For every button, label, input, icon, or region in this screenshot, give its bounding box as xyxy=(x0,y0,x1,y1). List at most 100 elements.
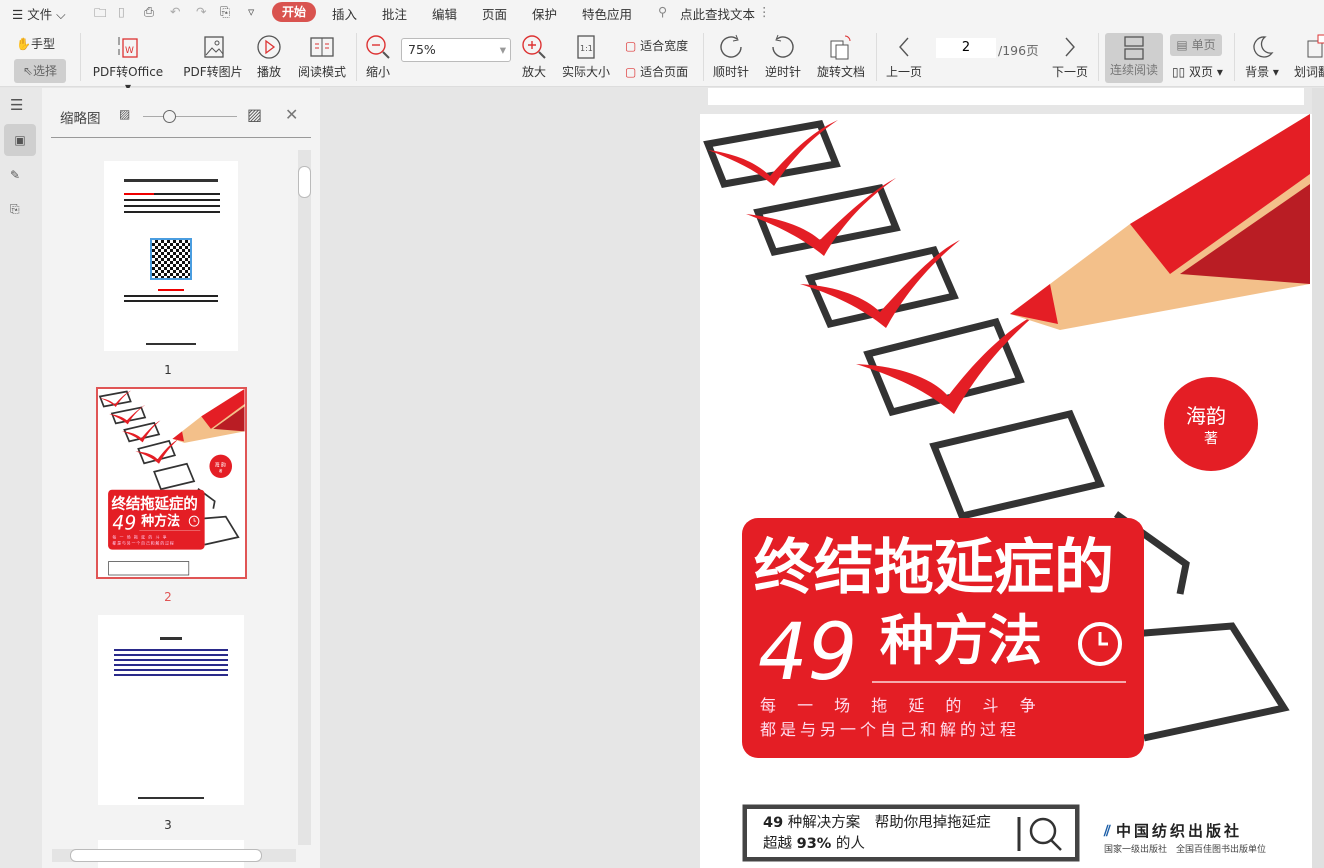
clockwise-label: 顺时针 xyxy=(712,65,749,79)
close-icon[interactable]: ✕ xyxy=(285,105,298,124)
blurb-line-2b: 的人 xyxy=(831,836,865,852)
scrollbar-thumb[interactable] xyxy=(298,166,311,198)
thumbnail-page-3[interactable] xyxy=(98,615,244,805)
zoom-out-icon xyxy=(366,35,390,59)
translate-icon xyxy=(1307,34,1324,58)
toolbar: ✋手型 ⇖选择 W PDF转Office ▾ PDF转图片 播放 阅读模式 缩小 … xyxy=(0,25,1324,94)
tab-insert[interactable]: 插入 xyxy=(332,4,357,23)
double-page-icon: ▯▯ xyxy=(1172,65,1186,79)
fit-width-label: 适合宽度 xyxy=(640,39,689,53)
translate-button[interactable]: 划词翻译 xyxy=(1294,33,1324,80)
zoom-select[interactable]: 75% ▾ xyxy=(401,38,511,62)
publisher-logo: ⫽ 中国纺织出版社 xyxy=(1104,820,1242,841)
tab-page[interactable]: 页面 xyxy=(482,4,507,23)
tab-features[interactable]: 特色应用 xyxy=(582,4,632,23)
pen-icon[interactable]: ✎ xyxy=(10,168,20,182)
thumbnail-page-1[interactable] xyxy=(104,161,238,351)
pdf-to-image-label: PDF转图片 xyxy=(183,65,243,79)
blurb-number: 49 xyxy=(763,815,784,831)
file-menu[interactable]: ☰ 文件 ⌵ xyxy=(12,4,66,23)
publisher-name: 中国纺织出版社 xyxy=(1115,822,1242,840)
more-dropdown-icon[interactable]: ▿ xyxy=(248,4,254,19)
rotate-counterclockwise-icon xyxy=(772,34,794,58)
single-label: 单页 xyxy=(1191,38,1216,52)
actual-size-button[interactable]: 1:1 实际大小 xyxy=(560,33,612,80)
svg-text:1:1: 1:1 xyxy=(580,44,593,53)
thumbnail-horizontal-scrollbar[interactable] xyxy=(52,849,296,862)
continuous-icon xyxy=(1124,36,1144,60)
print-icon[interactable]: ⎙ xyxy=(144,4,154,20)
prev-page-label: 上一页 xyxy=(885,65,922,79)
continuous-read-button[interactable]: 连续阅读 xyxy=(1105,33,1163,83)
translate-label: 划词翻译 xyxy=(1294,65,1324,79)
more-icon[interactable]: ⋮ xyxy=(758,4,771,19)
fit-page-label: 适合页面 xyxy=(640,65,689,79)
page-label-2: 2 xyxy=(164,590,172,604)
total-pages: /196页 xyxy=(998,43,1039,58)
blurb-percent: 93% xyxy=(796,836,832,852)
select-tool-button[interactable]: ⇖选择 xyxy=(14,59,66,83)
zoom-out-button[interactable]: 缩小 xyxy=(364,33,392,80)
rotate-clockwise-icon xyxy=(720,34,742,58)
zoom-in-button[interactable]: 放大 xyxy=(520,33,548,80)
cover-sub-1: 每 一 场 拖 延 的 斗 争 xyxy=(760,696,1044,715)
chevron-down-icon: ▾ xyxy=(499,42,506,57)
double-page-button[interactable]: ▯▯ 双页 ▾ xyxy=(1172,63,1223,80)
tab-protect[interactable]: 保护 xyxy=(532,4,557,23)
thumbnail-icon[interactable]: ▣ xyxy=(4,124,36,156)
sign-icon[interactable]: ⎘ xyxy=(10,202,20,217)
open-icon[interactable]: 🗀 xyxy=(94,4,107,25)
save-icon[interactable]: ▯ xyxy=(118,4,125,19)
continuous-label: 连续阅读 xyxy=(1109,63,1158,77)
zoom-value: 75% xyxy=(408,42,436,57)
fit-width-button[interactable]: ▢ 适合宽度 xyxy=(625,37,688,54)
undo-icon[interactable]: ↶ xyxy=(170,4,180,19)
tab-edit[interactable]: 编辑 xyxy=(432,4,457,23)
hand-label: 手型 xyxy=(30,37,55,51)
search-text[interactable]: 点此查找文本 xyxy=(680,4,755,23)
play-icon xyxy=(257,35,281,59)
document-vertical-scrollbar[interactable] xyxy=(1312,88,1324,868)
tab-start[interactable]: 开始 xyxy=(272,2,316,22)
cover-sub-2: 都是与另一个自己和解的过程 xyxy=(760,720,1021,739)
scrollbar-thumb[interactable] xyxy=(70,849,262,862)
tab-annotate[interactable]: 批注 xyxy=(382,4,407,23)
image-icon xyxy=(204,36,224,58)
thumbnail-vertical-scrollbar[interactable] xyxy=(298,150,311,845)
rotate-counterclockwise-button[interactable]: 逆时针 xyxy=(762,33,804,80)
redo-icon[interactable]: ↷ xyxy=(196,4,206,19)
pdf-to-image-button[interactable]: PDF转图片 xyxy=(182,33,244,80)
thumbnail-page-2-selected[interactable] xyxy=(96,387,247,579)
zoom-out-label: 缩小 xyxy=(365,65,390,79)
select-label: 选择 xyxy=(33,64,58,78)
outline-icon[interactable]: ☰ xyxy=(10,96,23,114)
single-page-button[interactable]: ▤ 单页 xyxy=(1170,34,1222,56)
read-mode-button[interactable]: 阅读模式 xyxy=(296,33,348,80)
prev-page-button[interactable]: 上一页 xyxy=(884,33,924,80)
small-image-icon[interactable]: ▨ xyxy=(119,107,130,121)
double-label: 双页 xyxy=(1189,65,1214,79)
moon-icon xyxy=(1253,36,1274,58)
publisher-emblem-icon: ⫽ xyxy=(1104,822,1111,840)
next-page-button[interactable]: 下一页 xyxy=(1050,33,1090,80)
thumbnail-size-slider[interactable] xyxy=(143,116,237,117)
next-page-label: 下一页 xyxy=(1051,65,1088,79)
thumbnail-cover-image xyxy=(98,389,245,577)
large-image-icon[interactable]: ▨ xyxy=(247,105,262,124)
magnifier-icon xyxy=(1017,817,1062,851)
play-button[interactable]: 播放 xyxy=(254,33,284,80)
publisher-subtitle: 国家一级出版社 全国百佳图书出版单位 xyxy=(1104,845,1267,855)
rotate-document-button[interactable]: 旋转文档 xyxy=(814,33,868,80)
blurb-line-1: 种解决方案 帮助你甩掉拖延症 xyxy=(783,815,991,831)
single-page-icon: ▤ xyxy=(1176,38,1188,52)
counterclockwise-label: 逆时针 xyxy=(764,65,801,79)
pdf-to-office-button[interactable]: W PDF转Office ▾ xyxy=(88,33,168,94)
rotate-clockwise-button[interactable]: 顺时针 xyxy=(710,33,752,80)
export-icon[interactable]: ⎘ xyxy=(220,4,230,20)
zoom-in-label: 放大 xyxy=(521,65,546,79)
background-button[interactable]: 背景 ▾ xyxy=(1242,33,1282,80)
fit-page-button[interactable]: ▢ 适合页面 xyxy=(625,63,688,80)
page-number-input[interactable]: 2 xyxy=(936,38,996,58)
slider-handle[interactable] xyxy=(163,110,176,123)
hand-tool-button[interactable]: ✋手型 xyxy=(16,35,55,52)
